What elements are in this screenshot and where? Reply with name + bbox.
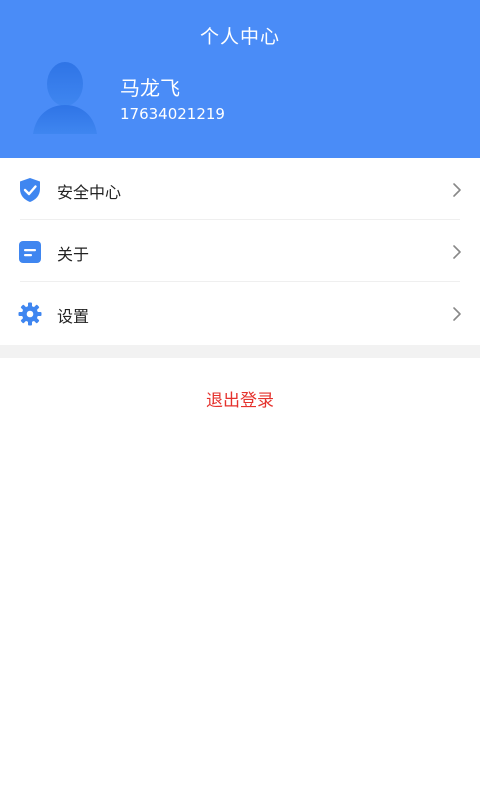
chevron-right-icon [452, 182, 462, 198]
avatar[interactable] [30, 58, 100, 136]
profile-header: 个人中心 马龙飞 17634021219 [0, 0, 480, 158]
user-phone: 17634021219 [120, 105, 225, 123]
gear-icon [18, 301, 42, 327]
menu-item-security-center[interactable]: 安全中心 [0, 158, 480, 220]
section-separator [0, 345, 480, 358]
document-icon [18, 239, 42, 265]
menu-item-label: 安全中心 [57, 183, 122, 202]
menu-item-about[interactable]: 关于 [0, 220, 480, 282]
menu-item-label: 设置 [57, 307, 90, 326]
user-silhouette-icon [33, 62, 97, 134]
chevron-right-icon [452, 244, 462, 260]
user-name: 马龙飞 [120, 76, 180, 100]
menu-item-settings[interactable]: 设置 [0, 282, 480, 344]
page-title: 个人中心 [199, 26, 280, 48]
menu-list: 安全中心 关于 设置 [0, 158, 480, 344]
shield-check-icon [18, 177, 42, 203]
logout-button[interactable]: 退出登录 [0, 358, 480, 438]
menu-item-label: 关于 [57, 245, 90, 264]
chevron-right-icon [452, 306, 462, 322]
